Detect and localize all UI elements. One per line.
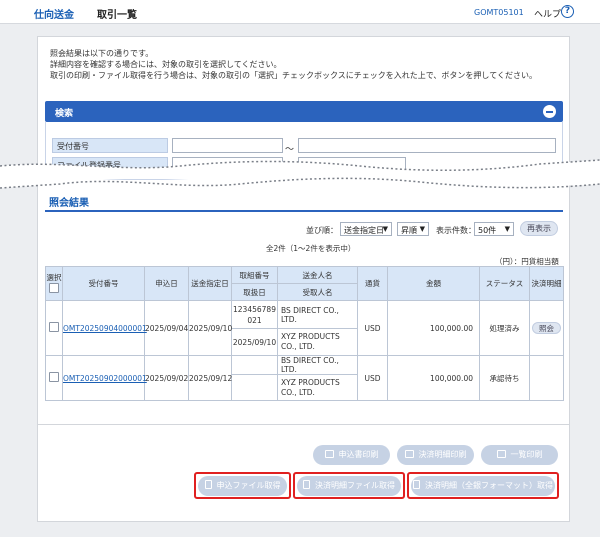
get-settlement-full-button[interactable]: 決済明細（全銀フォーマット）取得 xyxy=(411,476,555,496)
col-apply-date: 申込日 xyxy=(144,266,189,301)
get-application-file-label: 申込ファイル取得 xyxy=(216,481,281,490)
beneficiary-cell: XYZ PRODUCTS CO., LTD. xyxy=(277,328,358,356)
document-icon xyxy=(204,480,212,489)
order-select[interactable]: 昇順 ▼ xyxy=(397,222,429,236)
remitter-cell: BS DIRECT CO., LTD. xyxy=(277,355,358,375)
count-select-value: 50件 xyxy=(478,226,497,235)
get-settlement-file-label: 決済明細ファイル取得 xyxy=(315,481,395,490)
intro-text-1: 照会結果は以下の通りです。 xyxy=(50,49,154,58)
beneficiary-cell: XYZ PRODUCTS CO., LTD. xyxy=(277,374,358,401)
top-bar: 仕向送金 取引一覧 GOMT05101 ヘルプ ? xyxy=(0,0,600,24)
handle-date-cell xyxy=(231,374,278,401)
row-checkbox[interactable] xyxy=(49,372,59,382)
print-list-button[interactable]: 一覧印刷 xyxy=(481,445,558,465)
col-select: 選択 xyxy=(45,266,63,301)
col-select-label: 選択 xyxy=(46,273,62,282)
printer-icon xyxy=(324,450,334,458)
print-application-label: 申込書印刷 xyxy=(338,450,379,459)
results-rule xyxy=(45,210,563,212)
amount-cell: 100,000.00 xyxy=(387,355,480,401)
reception-no-link[interactable]: OMT20250902000001 xyxy=(63,374,147,383)
col-handle-date: 取扱日 xyxy=(231,283,278,301)
detail-no-cell xyxy=(231,355,278,375)
order-select-value: 昇順 xyxy=(401,226,417,235)
row-select-cell xyxy=(45,355,63,401)
count-label: 表示件数： xyxy=(436,226,476,235)
remit-date-cell: 2025/09/10 xyxy=(188,300,232,356)
results-table: 選択 受付番号 申込日 送金指定日 取組番号 送金人名 通貨 金額 ステータス … xyxy=(45,266,564,401)
remit-date-cell: 2025/09/12 xyxy=(188,355,232,401)
apply-date-cell: 2025/09/04 xyxy=(144,300,189,356)
sort-select-value: 送金指定日 xyxy=(344,226,384,235)
col-remit-date: 送金指定日 xyxy=(188,266,232,301)
get-application-file-button[interactable]: 申込ファイル取得 xyxy=(198,476,287,496)
printer-icon xyxy=(404,450,414,458)
results-title: 照会結果 xyxy=(49,198,89,209)
chevron-down-icon: ▼ xyxy=(382,225,388,233)
help-link[interactable]: ヘルプ xyxy=(534,7,561,20)
settlement-cell xyxy=(529,355,564,401)
settlement-cell: 照会 xyxy=(529,300,564,356)
redisplay-button[interactable]: 再表示 xyxy=(520,221,558,236)
intro-text-3: 取引の印刷・ファイル取得を行う場合は、対象の取引の「選択」チェックボックスにチェ… xyxy=(50,71,537,80)
print-list-label: 一覧印刷 xyxy=(510,450,543,459)
col-currency: 通貨 xyxy=(357,266,388,301)
row-checkbox[interactable] xyxy=(49,322,59,332)
chevron-down-icon: ▼ xyxy=(419,225,425,233)
remitter-cell: BS DIRECT CO., LTD. xyxy=(277,300,358,329)
apply-date-cell: 2025/09/02 xyxy=(144,355,189,401)
app-name[interactable]: 仕向送金 xyxy=(34,6,74,21)
currency-cell: USD xyxy=(357,355,388,401)
torn-edge-separator xyxy=(0,159,600,189)
search-section-header[interactable]: 検索 xyxy=(45,101,563,122)
print-settlement-label: 決済明細印刷 xyxy=(418,450,467,459)
search-title: 検索 xyxy=(55,109,74,119)
count-select[interactable]: 50件 ▼ xyxy=(474,222,514,236)
col-beneficiary: 受取人名 xyxy=(277,283,358,301)
get-settlement-file-button[interactable]: 決済明細ファイル取得 xyxy=(297,476,401,496)
document-icon xyxy=(303,480,310,489)
screen-code: GOMT05101 xyxy=(474,8,524,17)
row-select-cell xyxy=(45,300,63,356)
col-settlement: 決済明細 xyxy=(529,266,564,301)
handle-date-cell: 2025/09/10 xyxy=(231,328,278,356)
page-title: 取引一覧 xyxy=(97,10,137,21)
document-icon xyxy=(413,480,420,489)
detail-no-cell: 123456789021 xyxy=(231,300,278,329)
col-status: ステータス xyxy=(479,266,530,301)
reception-no-cell: OMT20250904000001 xyxy=(62,300,147,356)
reception-no-link[interactable]: OMT20250904000001 xyxy=(63,324,147,333)
print-application-button[interactable]: 申込書印刷 xyxy=(313,445,390,465)
col-amount: 金額 xyxy=(387,266,480,301)
col-remitter: 送金人名 xyxy=(277,266,358,284)
table-row[interactable]: OMT20250902000001 2025/09/02 2025/09/12 … xyxy=(45,355,564,401)
settlement-view-button[interactable]: 照会 xyxy=(532,322,561,334)
select-all-checkbox[interactable] xyxy=(49,283,59,293)
currency-cell: USD xyxy=(357,300,388,356)
question-circle-icon[interactable]: ? xyxy=(561,5,574,18)
col-detail-no: 取組番号 xyxy=(231,266,278,284)
amount-cell: 100,000.00 xyxy=(387,300,480,356)
col-reception-no: 受付番号 xyxy=(62,266,145,301)
collapse-icon[interactable] xyxy=(543,105,556,118)
sort-select[interactable]: 送金指定日 ▼ xyxy=(340,222,392,236)
action-divider xyxy=(38,424,569,425)
sort-label: 並び順： xyxy=(306,226,338,235)
print-settlement-button[interactable]: 決済明細印刷 xyxy=(397,445,474,465)
chevron-down-icon: ▼ xyxy=(504,225,510,233)
status-cell: 処理済み xyxy=(479,300,530,356)
status-cell: 承認待ち xyxy=(479,355,530,401)
results-summary: 全2件（1～2件を表示中） xyxy=(266,244,356,253)
intro-text-2: 詳細内容を確認する場合には、対象の取引を選択してください。 xyxy=(50,60,282,69)
reception-no-cell: OMT20250902000001 xyxy=(62,355,147,401)
get-settlement-full-label: 決済明細（全銀フォーマット）取得 xyxy=(425,481,553,490)
printer-icon xyxy=(496,450,506,458)
table-row[interactable]: OMT20250904000001 2025/09/04 2025/09/10 … xyxy=(45,300,564,356)
